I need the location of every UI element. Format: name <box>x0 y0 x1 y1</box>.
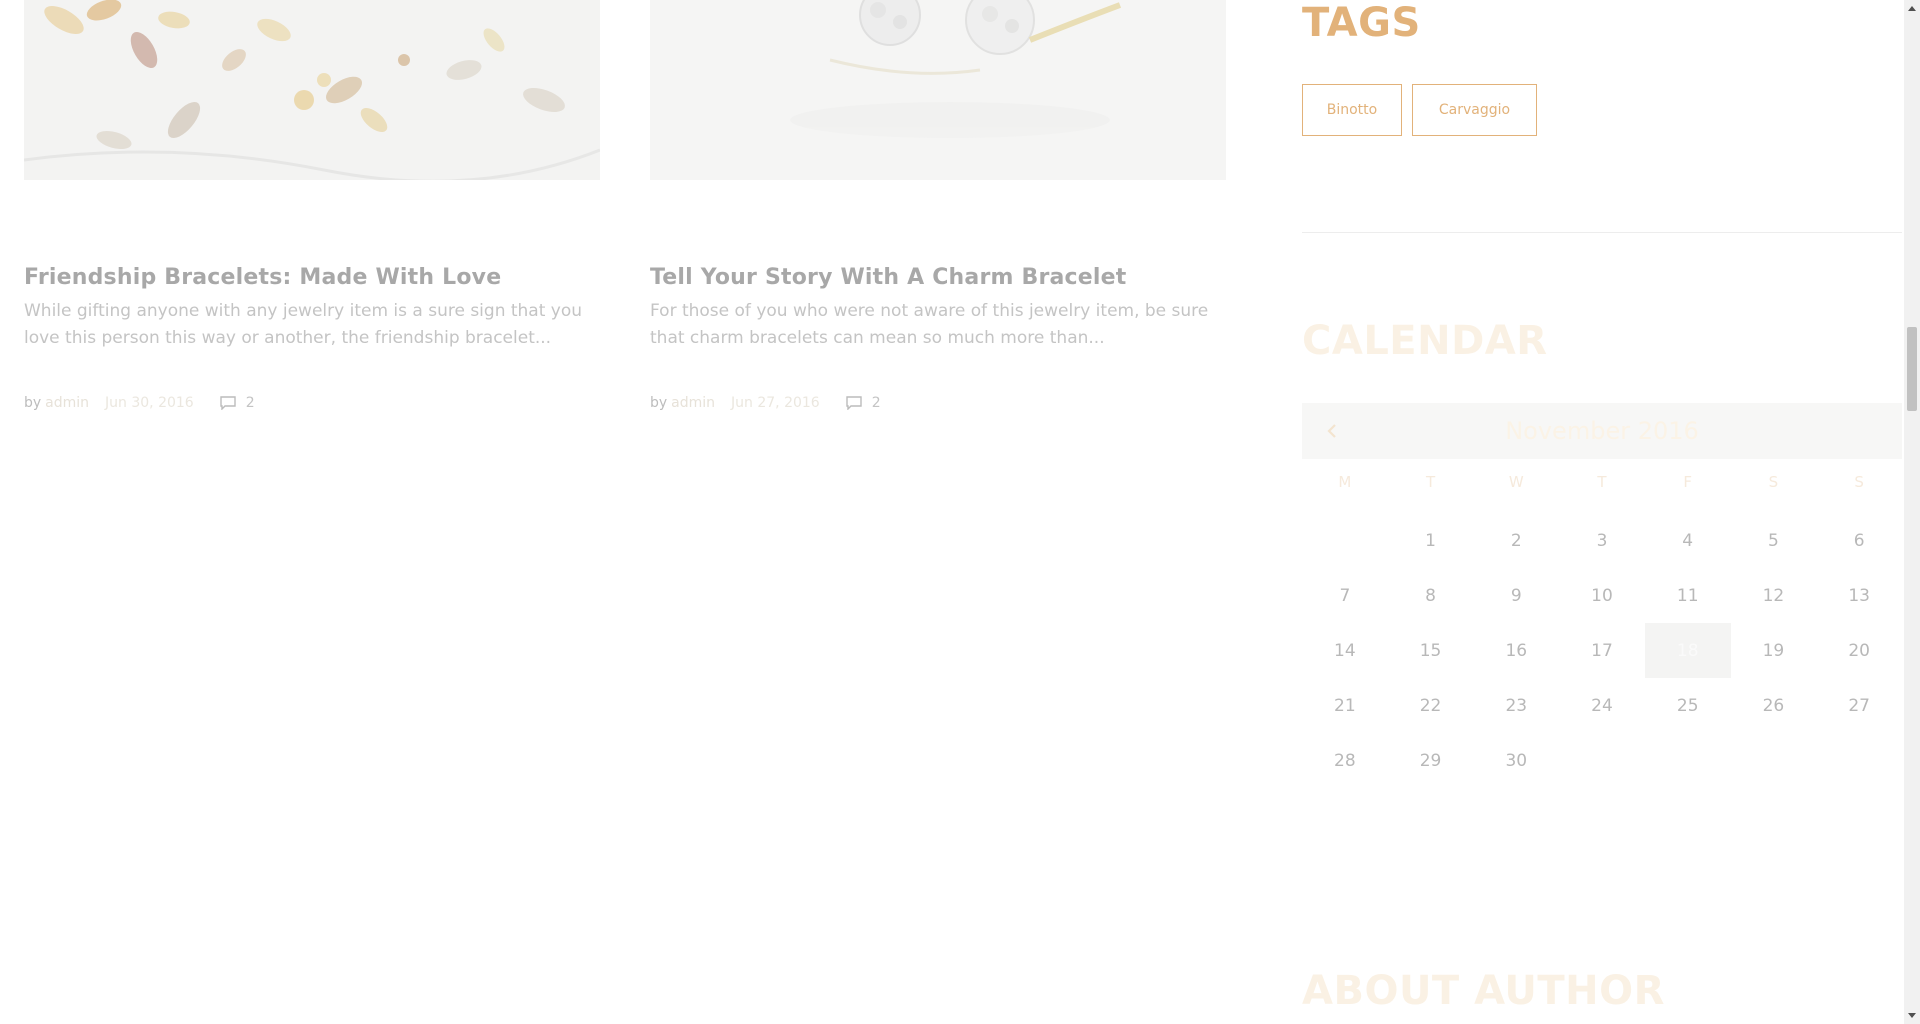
calendar-day[interactable]: 12 <box>1731 568 1817 623</box>
tags-widget-title: TAGS <box>1302 0 1421 46</box>
page-scrollbar[interactable] <box>1904 0 1920 1024</box>
post-author-link[interactable]: admin <box>671 395 715 411</box>
post-excerpt: While gifting anyone with any jewelry it… <box>24 301 583 348</box>
post-thumbnail-silver-charm-jewelry[interactable] <box>650 0 1226 180</box>
calendar-week-row: 7 8 9 10 11 12 13 <box>1302 568 1902 623</box>
calendar-empty-cell <box>1731 733 1817 788</box>
calendar-day[interactable]: 10 <box>1559 568 1645 623</box>
amber-jewelry-image <box>24 0 600 180</box>
calendar-day[interactable]: 13 <box>1816 568 1902 623</box>
post-comment-count: 2 <box>871 395 881 411</box>
post-by-label: by <box>24 395 42 411</box>
calendar-day[interactable]: 14 <box>1302 623 1388 678</box>
blog-post-card: Friendship Bracelets: Made With Love Whi… <box>24 0 600 411</box>
page: Friendship Bracelets: Made With Love Whi… <box>0 0 1904 1024</box>
calendar-day[interactable]: 17 <box>1559 623 1645 678</box>
calendar-day[interactable]: 27 <box>1816 678 1902 733</box>
calendar-day[interactable]: 26 <box>1731 678 1817 733</box>
calendar-day[interactable]: 4 <box>1645 513 1731 568</box>
calendar-empty-cell <box>1645 733 1731 788</box>
scroll-up-arrow-icon[interactable] <box>1904 0 1920 16</box>
calendar-day[interactable]: 11 <box>1645 568 1731 623</box>
weekday-label: T <box>1597 473 1607 491</box>
post-date[interactable]: Jun 27, 2016 <box>731 395 820 411</box>
scroll-down-arrow-icon[interactable] <box>1904 1008 1920 1024</box>
post-comments-link[interactable]: 2 <box>220 395 255 411</box>
scrollbar-thumb[interactable] <box>1907 327 1917 411</box>
calendar-day[interactable]: 23 <box>1473 678 1559 733</box>
calendar-week-row: 123456 <box>1302 513 1902 568</box>
blog-post-card: Tell Your Story With A Charm Bracelet Fo… <box>650 0 1226 411</box>
calendar-month-label: November 2016 <box>1505 417 1699 445</box>
calendar-empty-cell <box>1302 513 1388 568</box>
calendar-day[interactable]: 5 <box>1731 513 1817 568</box>
chevron-left-icon[interactable] <box>1322 421 1342 441</box>
post-comment-count: 2 <box>245 395 255 411</box>
calendar-day[interactable]: 29 <box>1388 733 1474 788</box>
calendar-day[interactable]: 30 <box>1473 733 1559 788</box>
post-comments-link[interactable]: 2 <box>846 395 881 411</box>
calendar-day[interactable]: 28 <box>1302 733 1388 788</box>
post-meta: by admin Jun 27, 2016 2 <box>650 395 881 411</box>
calendar-empty-cell <box>1559 733 1645 788</box>
post-date[interactable]: Jun 30, 2016 <box>105 395 194 411</box>
silver-charm-image <box>650 0 1226 180</box>
calendar-weekdays: M T W T F S S <box>1302 473 1902 497</box>
about-author-widget-title: ABOUT AUTHOR <box>1302 968 1665 1014</box>
calendar-day[interactable]: 25 <box>1645 678 1731 733</box>
weekday-label: T <box>1425 473 1436 491</box>
calendar-widget-title: CALENDAR <box>1302 318 1548 364</box>
post-thumbnail-amber-flower-jewelry[interactable] <box>24 0 600 180</box>
calendar-day[interactable]: 7 <box>1302 568 1388 623</box>
calendar-day[interactable]: 16 <box>1473 623 1559 678</box>
calendar-day[interactable]: 20 <box>1816 623 1902 678</box>
calendar-week-row: 21 22 23 24 25 26 27 <box>1302 678 1902 733</box>
calendar-day[interactable]: 2 <box>1473 513 1559 568</box>
post-title[interactable]: Tell Your Story With A Charm Bracelet <box>650 265 1226 290</box>
comment-icon <box>220 396 236 410</box>
weekday-label: F <box>1683 473 1693 491</box>
calendar-day[interactable]: 9 <box>1473 568 1559 623</box>
comment-icon <box>846 396 862 410</box>
weekday-label: W <box>1508 473 1524 491</box>
sidebar-divider <box>1302 232 1902 233</box>
post-title[interactable]: Friendship Bracelets: Made With Love <box>24 265 600 290</box>
calendar-week-row: 28 29 30 <box>1302 733 1902 788</box>
calendar-day[interactable]: 15 <box>1388 623 1474 678</box>
calendar-empty-cell <box>1816 733 1902 788</box>
calendar-day[interactable]: 21 <box>1302 678 1388 733</box>
calendar-day[interactable]: 8 <box>1388 568 1474 623</box>
post-author-link[interactable]: admin <box>45 395 89 411</box>
calendar-header: November 2016 <box>1302 403 1902 459</box>
calendar-day[interactable]: 22 <box>1388 678 1474 733</box>
calendar-day[interactable]: 6 <box>1816 513 1902 568</box>
post-excerpt: For those of you who were not aware of t… <box>650 301 1209 348</box>
calendar-day[interactable]: 3 <box>1559 513 1645 568</box>
calendar-day[interactable]: 18 <box>1644 623 1731 678</box>
post-meta: by admin Jun 30, 2016 2 <box>24 395 255 411</box>
prev-month-arrow <box>1327 424 1336 438</box>
tag-carvaggio[interactable]: Carvaggio <box>1412 84 1537 136</box>
calendar-day[interactable]: 19 <box>1731 623 1817 678</box>
weekday-label: S <box>1768 473 1779 491</box>
weekday-label: S <box>1854 473 1864 491</box>
calendar-day[interactable]: 24 <box>1559 678 1645 733</box>
weekday-label: M <box>1338 473 1352 491</box>
post-by-label: by <box>650 395 668 411</box>
tag-list: Binotto Carvaggio <box>1302 84 1547 136</box>
calendar-week-row: 14 15 16 17 18 19 20 <box>1302 623 1902 678</box>
calendar-day[interactable]: 1 <box>1388 513 1474 568</box>
tag-binotto[interactable]: Binotto <box>1302 84 1402 136</box>
